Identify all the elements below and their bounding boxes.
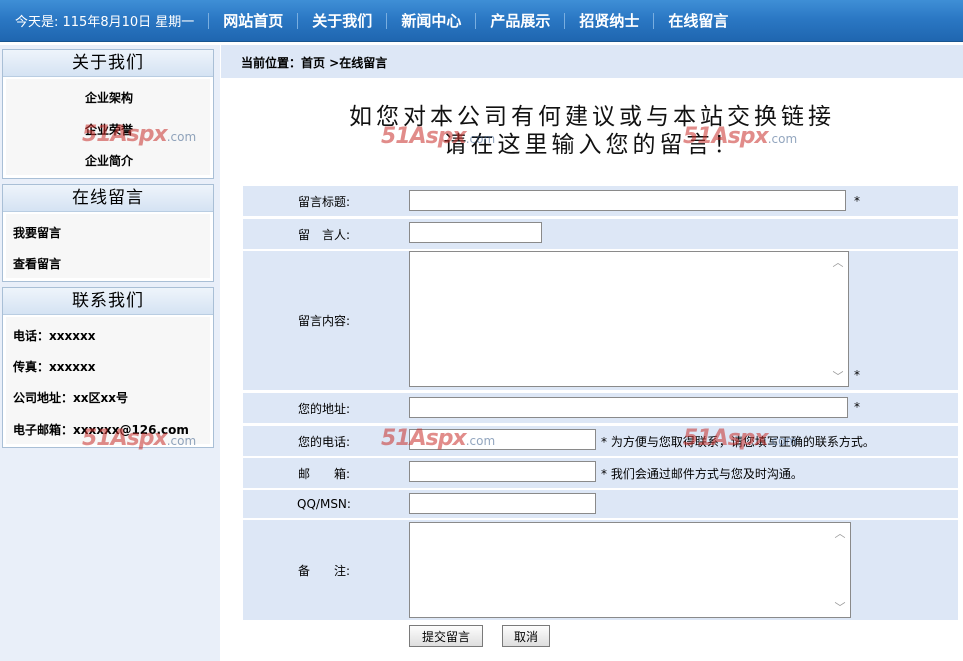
scroll-down-icon[interactable]: ﹀ <box>833 368 844 384</box>
contact-box: 联系我们 电话：xxxxxx 传真：xxxxxx 公司地址：xx区xx号 电子邮… <box>2 287 214 448</box>
sidebar-item-honors[interactable]: 企业荣誉 <box>85 121 133 138</box>
textarea-scrollbar[interactable]: ︿ ﹀ <box>832 525 848 615</box>
nav-products[interactable]: 产品展示 <box>475 12 564 29</box>
scroll-up-icon[interactable]: ︿ <box>833 254 844 270</box>
row-phone: 您的电话: * 为方便与您取得联系，请您填写正确的联系方式。 <box>243 426 958 456</box>
page-headline: 如您对本公司有何建议或与本站交换链接 请在这里输入您的留言！ <box>222 103 962 159</box>
contact-box-title: 联系我们 <box>3 288 213 315</box>
contact-phone: 电话：xxxxxx <box>13 329 96 343</box>
remark-label: 备 注: <box>297 563 351 578</box>
about-box-title: 关于我们 <box>3 50 213 77</box>
contact-fax: 传真：xxxxxx <box>13 360 96 374</box>
qq-input[interactable] <box>409 493 596 514</box>
row-content: 留言内容: ︿ ﹀ * <box>243 251 958 390</box>
about-box: 关于我们 企业架构 企业荣誉 企业简介 <box>2 49 214 179</box>
contact-box-body: 电话：xxxxxx 传真：xxxxxx 公司地址：xx区xx号 电子邮箱：xxx… <box>6 317 210 444</box>
contact-address: 公司地址：xx区xx号 <box>13 391 128 405</box>
required-mark: * <box>854 368 860 382</box>
email-input[interactable] <box>409 461 596 482</box>
contact-email: 电子邮箱：xxxxxx@126.com <box>13 423 189 437</box>
address-input[interactable] <box>409 397 848 418</box>
row-author: 留 言人: <box>243 219 958 249</box>
left-sidebar: 关于我们 企业架构 企业荣誉 企业简介 在线留言 我要留言 查看留言 联系我们 … <box>0 45 220 661</box>
row-title: 留言标题: * <box>243 186 958 216</box>
nav-news[interactable]: 新闻中心 <box>386 12 475 29</box>
required-mark: * <box>854 194 860 208</box>
row-address: 您的地址: * <box>243 393 958 423</box>
submit-button[interactable]: 提交留言 <box>409 625 483 647</box>
row-qq: QQ/MSN: <box>243 490 958 518</box>
qq-label: QQ/MSN: <box>297 497 351 511</box>
nav-message[interactable]: 在线留言 <box>653 12 742 29</box>
author-input[interactable] <box>409 222 542 243</box>
textarea-scrollbar[interactable]: ︿ ﹀ <box>830 254 846 384</box>
phone-label: 您的电话: <box>297 434 351 449</box>
title-input[interactable] <box>409 190 846 211</box>
current-date: 今天是: 115年8月10日 星期一 <box>15 15 195 30</box>
sidebar-item-view-message[interactable]: 查看留言 <box>13 255 61 272</box>
scroll-down-icon[interactable]: ﹀ <box>835 599 846 615</box>
nav-about[interactable]: 关于我们 <box>297 12 386 29</box>
scroll-up-icon[interactable]: ︿ <box>835 525 846 541</box>
cancel-button[interactable]: 取消 <box>502 625 550 647</box>
breadcrumb: 当前位置：首页 >在线留言 <box>221 45 963 78</box>
phone-input[interactable] <box>409 429 596 450</box>
required-mark: * <box>854 400 860 414</box>
email-hint: * 我们会通过邮件方式与您及时沟通。 <box>601 467 803 481</box>
author-label: 留 言人: <box>297 227 351 242</box>
address-label: 您的地址: <box>297 401 351 416</box>
message-box: 在线留言 我要留言 查看留言 <box>2 184 214 282</box>
content-textarea[interactable]: ︿ ﹀ <box>409 251 849 387</box>
message-box-title: 在线留言 <box>3 185 213 212</box>
nav-jobs[interactable]: 招贤纳士 <box>564 12 653 29</box>
content-label: 留言内容: <box>297 314 351 328</box>
row-remark: 备 注: ︿ ﹀ <box>243 520 958 620</box>
row-email: 邮 箱: * 我们会通过邮件方式与您及时沟通。 <box>243 458 958 488</box>
top-nav-bar: 今天是: 115年8月10日 星期一 网站首页 关于我们 新闻中心 产品展示 招… <box>0 0 963 42</box>
sidebar-item-profile[interactable]: 企业简介 <box>85 152 133 169</box>
nav-home[interactable]: 网站首页 <box>208 12 297 29</box>
message-box-body: 我要留言 查看留言 <box>6 214 210 278</box>
headline-line-2: 请在这里输入您的留言！ <box>443 132 741 158</box>
sidebar-item-structure[interactable]: 企业架构 <box>85 89 133 106</box>
headline-line-1: 如您对本公司有何建议或与本站交换链接 <box>349 104 835 130</box>
email-label: 邮 箱: <box>297 466 351 481</box>
about-box-body: 企业架构 企业荣誉 企业简介 <box>6 79 210 175</box>
remark-textarea[interactable]: ︿ ﹀ <box>409 522 851 618</box>
title-label: 留言标题: <box>297 194 351 209</box>
sidebar-item-write-message[interactable]: 我要留言 <box>13 224 61 241</box>
phone-hint: * 为方便与您取得联系，请您填写正确的联系方式。 <box>601 435 875 449</box>
